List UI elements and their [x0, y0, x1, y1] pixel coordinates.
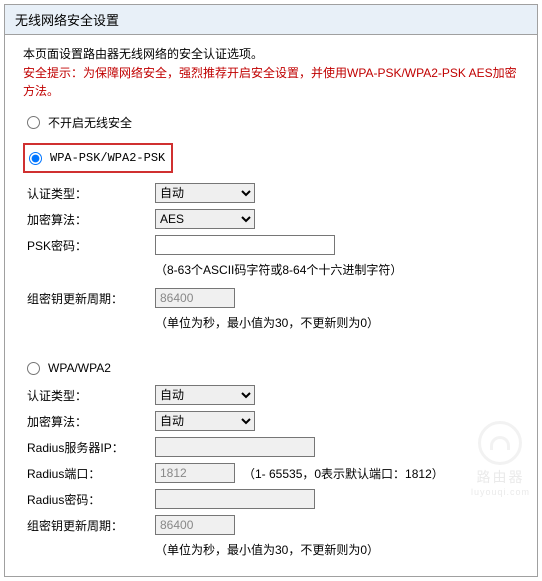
wpa-auth-label: 认证类型： — [27, 387, 155, 404]
option-wpa-row[interactable]: WPA/WPA2 — [23, 361, 519, 375]
psk-hint: （8-63个ASCII码字符或8-64个十六进制字符） — [23, 261, 519, 278]
radio-none[interactable] — [27, 116, 40, 129]
wpapsk-psk-label: PSK密码： — [27, 237, 155, 254]
panel-body: 本页面设置路由器无线网络的安全认证选项。 安全提示：为保障网络安全，强烈推荐开启… — [5, 35, 537, 576]
radius-ip-row: Radius服务器IP： — [23, 437, 519, 457]
radius-pwd-row: Radius密码： — [23, 489, 519, 509]
radio-none-label: 不开启无线安全 — [48, 114, 132, 131]
option-none-row[interactable]: 不开启无线安全 — [23, 114, 519, 131]
wpapsk-rekey-row: 组密钥更新周期： — [23, 288, 519, 308]
wpapsk-psk-row: PSK密码： — [23, 235, 519, 255]
radius-ip-input[interactable] — [155, 437, 315, 457]
wpapsk-encrypt-select[interactable]: AES — [155, 209, 255, 229]
wpapsk-encrypt-label: 加密算法： — [27, 211, 155, 228]
wpapsk-auth-label: 认证类型： — [27, 185, 155, 202]
wpapsk-rekey-input[interactable] — [155, 288, 235, 308]
intro-text: 本页面设置路由器无线网络的安全认证选项。 — [23, 45, 519, 62]
wpa-encrypt-row: 加密算法： 自动 — [23, 411, 519, 431]
wpa-rekey-input[interactable] — [155, 515, 235, 535]
option-wpapsk-row[interactable]: WPA-PSK/WPA2-PSK — [23, 143, 173, 173]
radius-pwd-label: Radius密码： — [27, 491, 155, 508]
wpa-rekey-hint: （单位为秒，最小值为30，不更新则为0） — [23, 541, 519, 558]
radius-pwd-input[interactable] — [155, 489, 315, 509]
wpa-encrypt-select[interactable]: 自动 — [155, 411, 255, 431]
wpa-auth-row: 认证类型： 自动 — [23, 385, 519, 405]
wpa-rekey-label: 组密钥更新周期： — [27, 517, 155, 534]
wpa-auth-select[interactable]: 自动 — [155, 385, 255, 405]
wpa-encrypt-label: 加密算法： — [27, 413, 155, 430]
wpapsk-rekey-label: 组密钥更新周期： — [27, 290, 155, 307]
psk-password-input[interactable] — [155, 235, 335, 255]
wpapsk-auth-row: 认证类型： 自动 — [23, 183, 519, 203]
radius-port-hint: （1- 65535，0表示默认端口：1812） — [243, 465, 444, 482]
radius-port-row: Radius端口： （1- 65535，0表示默认端口：1812） — [23, 463, 519, 483]
security-warning: 安全提示：为保障网络安全，强烈推荐开启安全设置，并使用WPA-PSK/WPA2-… — [23, 64, 519, 100]
wpapsk-auth-select[interactable]: 自动 — [155, 183, 255, 203]
radio-wpapsk[interactable] — [29, 152, 42, 165]
radius-port-input[interactable] — [155, 463, 235, 483]
radius-port-label: Radius端口： — [27, 465, 155, 482]
wpapsk-encrypt-row: 加密算法： AES — [23, 209, 519, 229]
radius-ip-label: Radius服务器IP： — [27, 439, 155, 456]
panel-title: 无线网络安全设置 — [5, 5, 537, 35]
security-panel: 无线网络安全设置 本页面设置路由器无线网络的安全认证选项。 安全提示：为保障网络… — [4, 4, 538, 577]
radio-wpa-label: WPA/WPA2 — [48, 361, 111, 375]
wpapsk-rekey-hint: （单位为秒，最小值为30，不更新则为0） — [23, 314, 519, 331]
wpa-rekey-row: 组密钥更新周期： — [23, 515, 519, 535]
radio-wpapsk-label: WPA-PSK/WPA2-PSK — [50, 151, 165, 165]
radio-wpa[interactable] — [27, 362, 40, 375]
